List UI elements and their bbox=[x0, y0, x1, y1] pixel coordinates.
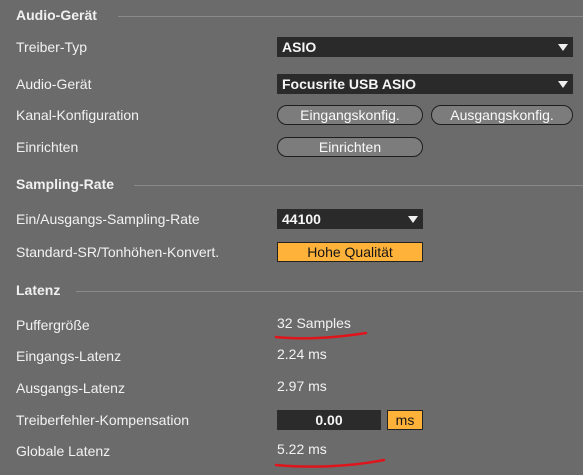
standard-sr-label: Standard-SR/Tonhöhen-Konvert. bbox=[16, 244, 220, 260]
chevron-down-icon bbox=[558, 81, 568, 88]
driver-comp-label: Treiberfehler-Kompensation bbox=[16, 412, 190, 428]
audio-device-section-title: Audio-Gerät bbox=[16, 7, 97, 23]
chevron-down-icon bbox=[558, 44, 568, 51]
audio-device-dropdown[interactable]: Focusrite USB ASIO bbox=[277, 74, 573, 94]
driver-type-dropdown[interactable]: ASIO bbox=[277, 37, 573, 57]
driver-comp-input[interactable]: 0.00 bbox=[277, 410, 381, 430]
red-underline-annotation bbox=[274, 458, 386, 468]
io-rate-dropdown[interactable]: 44100 bbox=[277, 209, 423, 229]
latency-section-title: Latenz bbox=[16, 282, 61, 298]
setup-label: Einrichten bbox=[16, 139, 79, 155]
sampling-divider bbox=[134, 185, 583, 186]
chevron-down-icon bbox=[408, 216, 418, 223]
sampling-section-title: Sampling-Rate bbox=[16, 176, 115, 192]
output-latency-value: 2.97 ms bbox=[277, 378, 327, 394]
latency-divider bbox=[76, 291, 583, 292]
standard-sr-button[interactable]: Hohe Qualität bbox=[277, 242, 423, 262]
io-rate-value: 44100 bbox=[282, 211, 321, 227]
audio-device-divider bbox=[118, 16, 583, 17]
input-config-button[interactable]: Eingangskonfig. bbox=[277, 105, 423, 125]
driver-comp-unit-button[interactable]: ms bbox=[387, 410, 423, 430]
global-latency-value: 5.22 ms bbox=[277, 441, 327, 457]
audio-device-value: Focusrite USB ASIO bbox=[282, 76, 417, 92]
global-latency-label: Globale Latenz bbox=[16, 443, 111, 459]
audio-device-label: Audio-Gerät bbox=[16, 76, 92, 92]
input-latency-label: Eingangs-Latenz bbox=[16, 348, 122, 364]
setup-button[interactable]: Einrichten bbox=[277, 137, 423, 157]
red-underline-annotation bbox=[274, 331, 368, 340]
output-latency-label: Ausgangs-Latenz bbox=[16, 380, 125, 396]
output-config-button[interactable]: Ausgangskonfig. bbox=[431, 105, 573, 125]
buffer-value[interactable]: 32 Samples bbox=[277, 315, 351, 331]
channel-config-label: Kanal-Konfiguration bbox=[16, 107, 139, 123]
io-rate-label: Ein/Ausgangs-Sampling-Rate bbox=[16, 211, 200, 227]
buffer-label: Puffergröße bbox=[16, 317, 90, 333]
driver-type-value: ASIO bbox=[282, 39, 317, 55]
driver-type-label: Treiber-Typ bbox=[16, 39, 88, 55]
input-latency-value: 2.24 ms bbox=[277, 346, 327, 362]
